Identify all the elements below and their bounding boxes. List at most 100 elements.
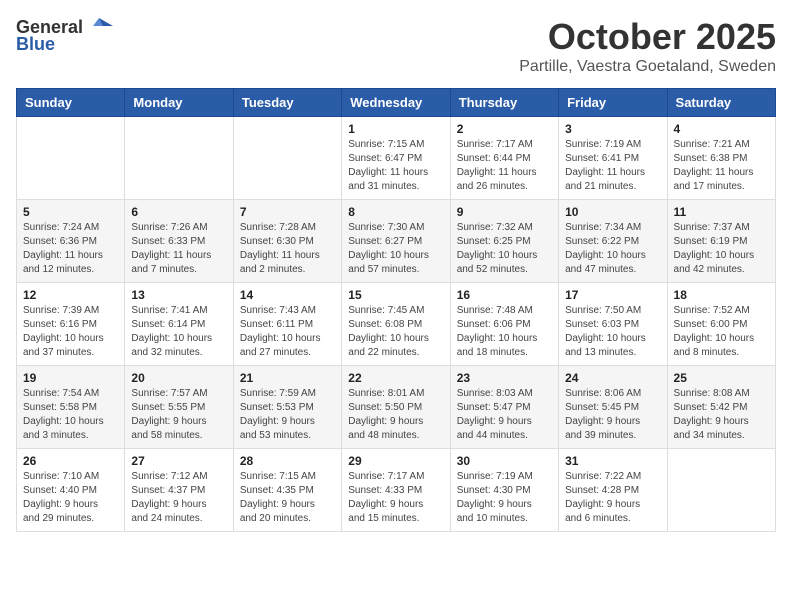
day-info: Sunrise: 7:15 AM Sunset: 6:47 PM Dayligh… (348, 138, 443, 194)
day-info: Sunrise: 7:19 AM Sunset: 4:30 PM Dayligh… (457, 470, 552, 526)
weekday-header-sunday: Sunday (17, 89, 125, 117)
calendar-week-row: 5 Sunrise: 7:24 AM Sunset: 6:36 PM Daylig… (17, 200, 776, 283)
day-number: 22 (348, 371, 443, 385)
calendar-cell (17, 117, 125, 200)
calendar-cell: 14Sunrise: 7:43 AM Sunset: 6:11 PM Dayli… (233, 283, 341, 366)
day-info: Sunrise: 7:24 AM Sunset: 6:36 PM Dayligh… (23, 221, 118, 277)
day-number: 16 (457, 288, 552, 302)
calendar-week-row: 12 Sunrise: 7:39 AM Sunset: 6:16 PM Dayli… (17, 283, 776, 366)
day-number: 3 (565, 122, 660, 136)
day-number: 12 (23, 288, 118, 302)
day-number: 5 (23, 205, 118, 219)
day-number: 15 (348, 288, 443, 302)
calendar-cell: 22Sunrise: 8:01 AM Sunset: 5:50 PM Dayli… (342, 366, 450, 449)
day-info: Sunrise: 7:17 AM Sunset: 4:33 PM Dayligh… (348, 470, 443, 526)
day-info: Sunrise: 7:52 AM Sunset: 6:00 PM Dayligh… (674, 304, 769, 360)
day-info: Sunrise: 7:28 AM Sunset: 6:30 PM Dayligh… (240, 221, 335, 277)
day-info: Sunrise: 7:57 AM Sunset: 5:55 PM Dayligh… (131, 387, 226, 443)
calendar-cell: 26 Sunrise: 7:10 AM Sunset: 4:40 PM Dayli… (17, 449, 125, 532)
day-number: 24 (565, 371, 660, 385)
calendar-cell: 18 Sunrise: 7:52 AM Sunset: 6:00 PM Dayli… (667, 283, 775, 366)
day-info: Sunrise: 7:17 AM Sunset: 6:44 PM Dayligh… (457, 138, 552, 194)
calendar-cell: 7 Sunrise: 7:28 AM Sunset: 6:30 PM Daylig… (233, 200, 341, 283)
calendar-cell: 3 Sunrise: 7:19 AM Sunset: 6:41 PM Daylig… (559, 117, 667, 200)
day-info: Sunrise: 8:03 AM Sunset: 5:47 PM Dayligh… (457, 387, 552, 443)
day-number: 2 (457, 122, 552, 136)
calendar-cell: 21 Sunrise: 7:59 AM Sunset: 5:53 PM Dayli… (233, 366, 341, 449)
day-info: Sunrise: 7:12 AM Sunset: 4:37 PM Dayligh… (131, 470, 226, 526)
calendar-week-row: 19 Sunrise: 7:54 AM Sunset: 5:58 PM Dayli… (17, 366, 776, 449)
calendar-cell: 28 Sunrise: 7:15 AM Sunset: 4:35 PM Dayli… (233, 449, 341, 532)
calendar-cell: 1 Sunrise: 7:15 AM Sunset: 6:47 PM Daylig… (342, 117, 450, 200)
weekday-header-tuesday: Tuesday (233, 89, 341, 117)
day-number: 10 (565, 205, 660, 219)
logo-blue-text: Blue (16, 34, 55, 55)
day-number: 26 (23, 454, 118, 468)
day-number: 7 (240, 205, 335, 219)
day-number: 1 (348, 122, 443, 136)
day-info: Sunrise: 7:48 AM Sunset: 6:06 PM Dayligh… (457, 304, 552, 360)
calendar-cell (233, 117, 341, 200)
day-info: Sunrise: 7:10 AM Sunset: 4:40 PM Dayligh… (23, 470, 118, 526)
day-info: Sunrise: 7:45 AM Sunset: 6:08 PM Dayligh… (348, 304, 443, 360)
day-info: Sunrise: 7:34 AM Sunset: 6:22 PM Dayligh… (565, 221, 660, 277)
day-number: 21 (240, 371, 335, 385)
day-number: 27 (131, 454, 226, 468)
day-number: 28 (240, 454, 335, 468)
day-info: Sunrise: 7:15 AM Sunset: 4:35 PM Dayligh… (240, 470, 335, 526)
day-number: 18 (674, 288, 769, 302)
calendar-cell: 27 Sunrise: 7:12 AM Sunset: 4:37 PM Dayli… (125, 449, 233, 532)
calendar-table: SundayMondayTuesdayWednesdayThursdayFrid… (16, 88, 776, 532)
calendar-cell: 31Sunrise: 7:22 AM Sunset: 4:28 PM Dayli… (559, 449, 667, 532)
calendar-cell: 29 Sunrise: 7:17 AM Sunset: 4:33 PM Dayli… (342, 449, 450, 532)
day-number: 29 (348, 454, 443, 468)
calendar-cell: 13 Sunrise: 7:41 AM Sunset: 6:14 PM Dayli… (125, 283, 233, 366)
calendar-cell: 5 Sunrise: 7:24 AM Sunset: 6:36 PM Daylig… (17, 200, 125, 283)
day-number: 14 (240, 288, 335, 302)
calendar-week-row: 1 Sunrise: 7:15 AM Sunset: 6:47 PM Daylig… (17, 117, 776, 200)
page-header: General Blue October 2025 Partille, Vaes… (16, 16, 776, 76)
calendar-cell: 30Sunrise: 7:19 AM Sunset: 4:30 PM Dayli… (450, 449, 558, 532)
calendar-cell: 2 Sunrise: 7:17 AM Sunset: 6:44 PM Daylig… (450, 117, 558, 200)
month-title: October 2025 (519, 16, 776, 58)
day-number: 20 (131, 371, 226, 385)
day-number: 31 (565, 454, 660, 468)
weekday-header-wednesday: Wednesday (342, 89, 450, 117)
calendar-cell: 17 Sunrise: 7:50 AM Sunset: 6:03 PM Dayli… (559, 283, 667, 366)
calendar-cell: 10 Sunrise: 7:34 AM Sunset: 6:22 PM Dayli… (559, 200, 667, 283)
day-info: Sunrise: 7:59 AM Sunset: 5:53 PM Dayligh… (240, 387, 335, 443)
logo: General Blue (16, 16, 113, 55)
day-number: 4 (674, 122, 769, 136)
day-info: Sunrise: 8:06 AM Sunset: 5:45 PM Dayligh… (565, 387, 660, 443)
day-info: Sunrise: 7:39 AM Sunset: 6:16 PM Dayligh… (23, 304, 118, 360)
day-number: 13 (131, 288, 226, 302)
title-section: October 2025 Partille, Vaestra Goetaland… (519, 16, 776, 76)
calendar-cell: 4Sunrise: 7:21 AM Sunset: 6:38 PM Daylig… (667, 117, 775, 200)
calendar-cell: 20 Sunrise: 7:57 AM Sunset: 5:55 PM Dayli… (125, 366, 233, 449)
day-number: 11 (674, 205, 769, 219)
location-subtitle: Partille, Vaestra Goetaland, Sweden (519, 58, 776, 76)
weekday-header-thursday: Thursday (450, 89, 558, 117)
day-info: Sunrise: 7:37 AM Sunset: 6:19 PM Dayligh… (674, 221, 769, 277)
day-info: Sunrise: 7:41 AM Sunset: 6:14 PM Dayligh… (131, 304, 226, 360)
calendar-cell: 8Sunrise: 7:30 AM Sunset: 6:27 PM Daylig… (342, 200, 450, 283)
day-info: Sunrise: 7:54 AM Sunset: 5:58 PM Dayligh… (23, 387, 118, 443)
day-number: 17 (565, 288, 660, 302)
day-info: Sunrise: 7:32 AM Sunset: 6:25 PM Dayligh… (457, 221, 552, 277)
calendar-week-row: 26 Sunrise: 7:10 AM Sunset: 4:40 PM Dayli… (17, 449, 776, 532)
calendar-cell: 25Sunrise: 8:08 AM Sunset: 5:42 PM Dayli… (667, 366, 775, 449)
weekday-header-monday: Monday (125, 89, 233, 117)
calendar-cell: 9 Sunrise: 7:32 AM Sunset: 6:25 PM Daylig… (450, 200, 558, 283)
day-info: Sunrise: 7:19 AM Sunset: 6:41 PM Dayligh… (565, 138, 660, 194)
day-number: 9 (457, 205, 552, 219)
logo-bird-icon (85, 16, 113, 38)
calendar-cell (125, 117, 233, 200)
calendar-cell: 12 Sunrise: 7:39 AM Sunset: 6:16 PM Dayli… (17, 283, 125, 366)
day-number: 19 (23, 371, 118, 385)
calendar-cell: 23 Sunrise: 8:03 AM Sunset: 5:47 PM Dayli… (450, 366, 558, 449)
day-info: Sunrise: 7:50 AM Sunset: 6:03 PM Dayligh… (565, 304, 660, 360)
day-number: 23 (457, 371, 552, 385)
calendar-cell: 24 Sunrise: 8:06 AM Sunset: 5:45 PM Dayli… (559, 366, 667, 449)
day-number: 25 (674, 371, 769, 385)
day-info: Sunrise: 7:30 AM Sunset: 6:27 PM Dayligh… (348, 221, 443, 277)
